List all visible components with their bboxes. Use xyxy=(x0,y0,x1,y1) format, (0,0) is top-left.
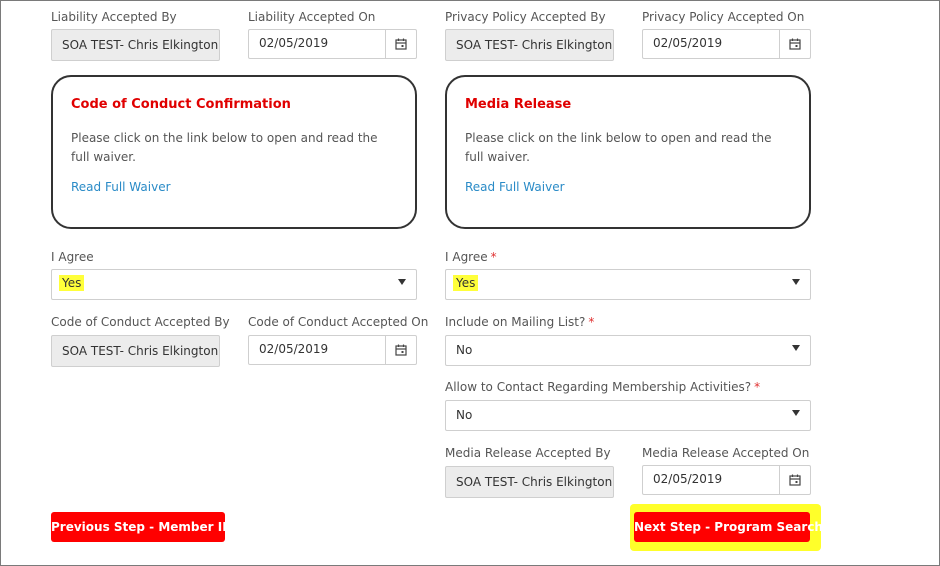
contact-membership-label: Allow to Contact Regarding Membership Ac… xyxy=(445,380,760,394)
media-release-accepted-on-field[interactable]: 02/05/2019 xyxy=(642,465,811,495)
media-release-accepted-by-label: Media Release Accepted By xyxy=(445,446,611,460)
coc-accepted-on-field[interactable]: 02/05/2019 xyxy=(248,335,417,365)
calendar-icon[interactable] xyxy=(385,336,416,364)
liability-accepted-by-label: Liability Accepted By xyxy=(51,10,177,24)
previous-step-button[interactable]: Previous Step - Member ID xyxy=(51,512,232,542)
coc-accepted-by-label: Code of Conduct Accepted By xyxy=(51,315,230,329)
coc-accepted-by-field: SOA TEST- Chris Elkington xyxy=(51,335,220,367)
card-title: Code of Conduct Confirmation xyxy=(71,97,291,112)
card-body: Please click on the link below to open a… xyxy=(465,131,772,164)
date-value: 02/05/2019 xyxy=(259,36,329,50)
selected-value: No xyxy=(456,343,473,357)
selected-value: No xyxy=(456,408,473,422)
privacy-accepted-by-label: Privacy Policy Accepted By xyxy=(445,10,606,24)
liability-accepted-on-field[interactable]: 02/05/2019 xyxy=(248,29,417,59)
media-release-accepted-by-field: SOA TEST- Chris Elkington xyxy=(445,466,614,498)
required-marker: * xyxy=(588,315,595,329)
next-step-button[interactable]: Next Step - Program Search xyxy=(634,512,823,542)
read-full-waiver-link[interactable]: Read Full Waiver xyxy=(465,180,565,194)
privacy-accepted-by-field: SOA TEST- Chris Elkington xyxy=(445,29,614,61)
chevron-down-icon xyxy=(792,279,800,285)
card-title: Media Release xyxy=(465,97,572,112)
media-release-card: Media Release Please click on the link b… xyxy=(445,75,811,229)
label-text: Allow to Contact Regarding Membership Ac… xyxy=(445,380,752,394)
mailing-list-select[interactable]: No xyxy=(445,335,811,366)
selected-value: Yes xyxy=(59,275,85,291)
read-full-waiver-link[interactable]: Read Full Waiver xyxy=(71,180,171,194)
required-marker: * xyxy=(490,250,497,264)
liability-accepted-on-label: Liability Accepted On xyxy=(248,10,376,24)
code-of-conduct-agree-select[interactable]: Yes xyxy=(51,269,417,300)
date-value: 02/05/2019 xyxy=(259,342,329,356)
calendar-icon[interactable] xyxy=(385,30,416,58)
contact-membership-select[interactable]: No xyxy=(445,400,811,431)
coc-accepted-on-label: Code of Conduct Accepted On xyxy=(248,315,429,329)
privacy-accepted-on-field[interactable]: 02/05/2019 xyxy=(642,29,811,59)
code-of-conduct-card: Code of Conduct Confirmation Please clic… xyxy=(51,75,417,229)
label-text: Include on Mailing List? xyxy=(445,315,586,329)
mailing-list-label: Include on Mailing List? * xyxy=(445,315,594,329)
calendar-icon[interactable] xyxy=(779,30,810,58)
required-marker: * xyxy=(754,380,761,394)
privacy-accepted-on-label: Privacy Policy Accepted On xyxy=(642,10,805,24)
media-release-accepted-on-label: Media Release Accepted On xyxy=(642,446,810,460)
calendar-icon[interactable] xyxy=(779,466,810,494)
liability-accepted-by-field: SOA TEST- Chris Elkington xyxy=(51,29,220,61)
selected-value: Yes xyxy=(453,275,479,291)
date-value: 02/05/2019 xyxy=(653,36,723,50)
i-agree-label: I Agree * xyxy=(445,250,497,264)
media-release-agree-select[interactable]: Yes xyxy=(445,269,811,300)
date-value: 02/05/2019 xyxy=(653,472,723,486)
chevron-down-icon xyxy=(792,410,800,416)
i-agree-label: I Agree xyxy=(51,250,94,264)
card-body: Please click on the link below to open a… xyxy=(71,131,378,164)
chevron-down-icon xyxy=(398,279,406,285)
chevron-down-icon xyxy=(792,345,800,351)
label-text: I Agree xyxy=(445,250,488,264)
